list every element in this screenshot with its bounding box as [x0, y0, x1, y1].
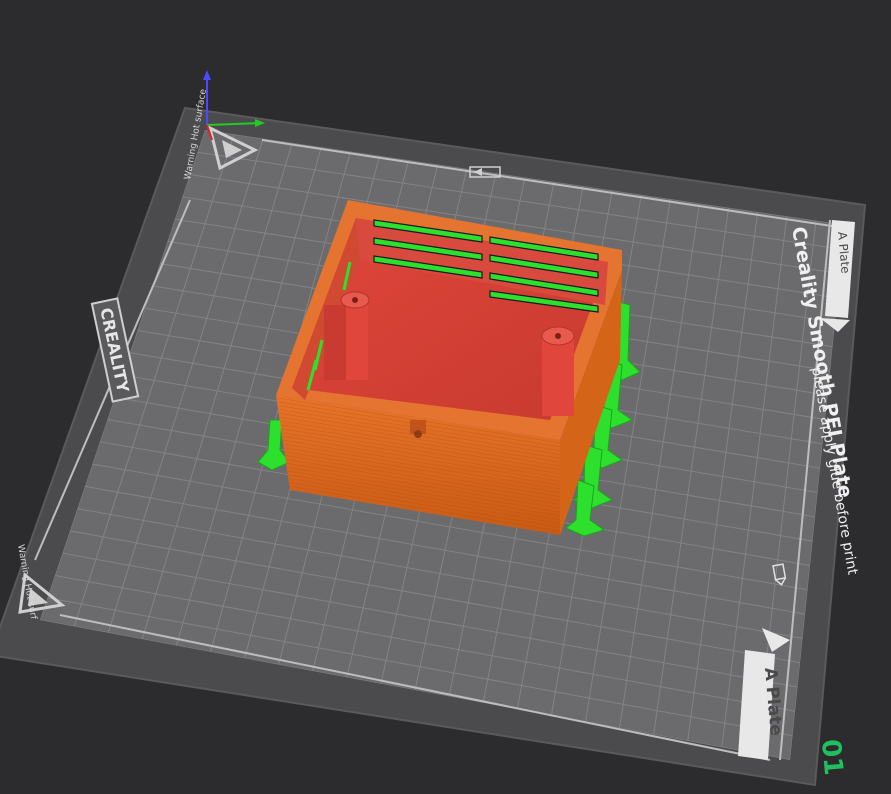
plate-number: 01 — [815, 738, 848, 777]
3d-viewport[interactable]: Warning Hot surface Warning Hot surf CRE… — [0, 0, 891, 794]
build-plate-scene[interactable]: Warning Hot surface Warning Hot surf CRE… — [0, 0, 891, 794]
standoff-post — [324, 291, 370, 380]
standoff-post — [541, 326, 575, 416]
